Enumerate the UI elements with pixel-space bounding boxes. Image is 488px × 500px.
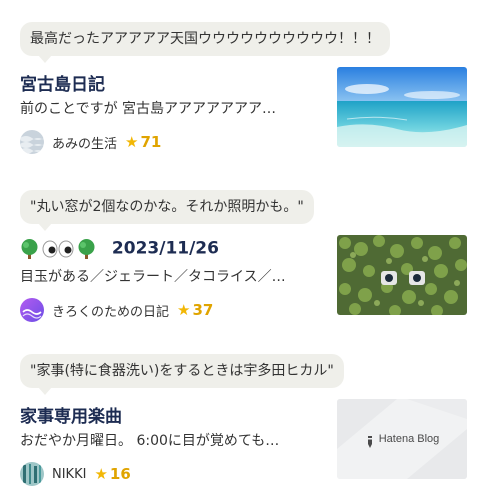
tree-icon: [77, 238, 96, 259]
avatar[interactable]: [20, 298, 44, 322]
avatar[interactable]: [20, 130, 44, 154]
hatena-blog-logo: Hatena Blog: [337, 399, 467, 479]
quote-bubble: "丸い窓が2個なのかな。それか照明かも。": [20, 190, 314, 231]
entry-excerpt: 目玉がある／ジェラート／タコライス／…: [20, 269, 286, 285]
star-count: 37: [192, 301, 214, 319]
blog-name[interactable]: NIKKI: [52, 467, 86, 482]
hatena-blog-text: Hatena Blog: [378, 433, 440, 445]
star-icon: ★: [125, 133, 139, 151]
blog-name[interactable]: あみの生活: [52, 133, 117, 152]
star-count: 16: [109, 465, 131, 483]
blog-feed: 最高だったアアアアア天国ウウウウウウウウウウ！！！ 宮古島日記 前のことですが …: [0, 0, 488, 500]
entry-title-text[interactable]: 2023/11/26: [112, 239, 219, 259]
avatar[interactable]: [20, 462, 44, 486]
title-emoji: [20, 238, 96, 259]
tree-icon: [20, 238, 39, 259]
quote-bubble: "家事(特に食器洗い)をするときは宇多田ヒカル": [20, 354, 344, 395]
entry-thumbnail[interactable]: [337, 235, 467, 315]
entry-thumbnail[interactable]: [337, 67, 467, 147]
entry-thumbnail[interactable]: Hatena Blog: [337, 399, 467, 479]
entry-meta: きろくのための日記 ★ 37: [20, 298, 213, 322]
star-icon: ★: [94, 465, 108, 483]
entry-title[interactable]: 家事専用楽曲: [20, 402, 122, 427]
blog-name[interactable]: きろくのための日記: [52, 301, 169, 320]
star-count: 71: [140, 133, 162, 151]
eyes-icon: [41, 238, 75, 259]
entry-title[interactable]: 2023/11/26: [20, 238, 219, 259]
star-icon: ★: [177, 301, 191, 319]
entry-meta: あみの生活 ★ 71: [20, 130, 161, 154]
entry-title[interactable]: 宮古島日記: [20, 70, 105, 95]
entry-excerpt: おだやか月曜日。 6:00に目が覚めても…: [20, 433, 280, 449]
quote-bubble: 最高だったアアアアア天国ウウウウウウウウウウ！！！: [20, 22, 390, 63]
entry-meta: NIKKI ★ 16: [20, 462, 131, 486]
hatena-pen-icon: [365, 433, 375, 448]
entry-excerpt: 前のことですが 宮古島アアアアアアア…: [20, 101, 277, 117]
